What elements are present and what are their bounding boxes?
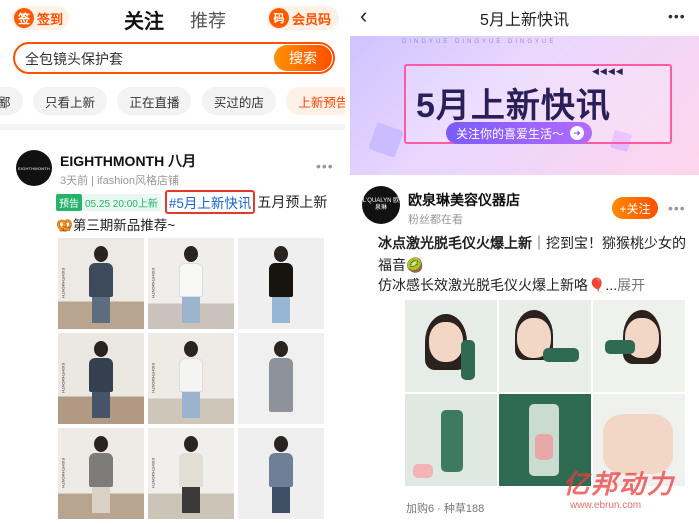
- shop-name[interactable]: EIGHTHMONTH 八月: [60, 151, 196, 171]
- post-photo[interactable]: [238, 238, 324, 329]
- chip-new-only[interactable]: 只看上新: [32, 87, 107, 115]
- topic-header: ‹ 5月上新快讯 •••: [350, 0, 699, 34]
- shop-avatar[interactable]: EIGHTHMONTH: [16, 150, 52, 186]
- topic-title: 5月上新快讯: [480, 12, 569, 29]
- expand-link[interactable]: 展开: [617, 277, 645, 293]
- shop-meta: 粉丝都在看: [408, 214, 463, 226]
- photo-brand-text: EIGHTHMONTH: [61, 268, 66, 298]
- watermark-logo: 亿邦动力: [563, 469, 676, 499]
- chip-bought-shops[interactable]: 买过的店: [201, 87, 276, 115]
- post-photo[interactable]: EIGHTHMONTH: [148, 333, 234, 424]
- member-code-button[interactable]: 码 会员码: [266, 6, 339, 30]
- signin-icon: 签: [14, 8, 34, 28]
- signin-label: 签到: [37, 11, 64, 27]
- watermark-url: www.ebrun.com: [570, 500, 642, 511]
- topic-banner[interactable]: DINGYUE DINGYUE DINGYUE ◀◀◀◀ 5月上新快讯 关注你的…: [350, 36, 699, 175]
- tab-follow[interactable]: 关注: [124, 5, 164, 34]
- chip-cut-off[interactable]: 鄙: [0, 87, 23, 115]
- search-button[interactable]: 搜索: [274, 45, 332, 71]
- banner-follow-pill[interactable]: 关注你的喜爱生活～ ➜: [446, 122, 593, 144]
- post-text-line1: 预告 05.25 20:00上新 #5月上新快讯 五月预上新: [56, 190, 328, 214]
- post-photo[interactable]: [238, 333, 324, 424]
- banner-pattern-text: DINGYUE DINGYUE DINGYUE: [402, 39, 557, 45]
- banner-pill-label: 关注你的喜爱生活～: [456, 126, 565, 141]
- preview-time: 05.25 20:00上新: [82, 193, 161, 211]
- product-photo[interactable]: [593, 300, 685, 392]
- decor-arrows: ◀◀◀◀: [592, 66, 624, 76]
- photo-brand-text: EIGHTHMONTH: [61, 458, 66, 488]
- post-photo-grid: EIGHTHMONTH EIGHTHMONTH EIGHTHMONTH EIGH…: [58, 238, 324, 524]
- more-options-icon[interactable]: •••: [668, 8, 686, 24]
- banner-headline: 5月上新快讯: [416, 87, 611, 125]
- photo-brand-text: EIGHTHMONTH: [61, 363, 66, 393]
- product-photo[interactable]: [499, 300, 591, 392]
- topic-link[interactable]: #5月上新快讯: [164, 190, 256, 214]
- member-code-icon: 码: [268, 8, 289, 28]
- search-input[interactable]: [25, 48, 265, 70]
- filter-chips: 鄙 只看上新 正在直播 买过的店 上新预告 ▼: [0, 87, 345, 115]
- tab-recommend[interactable]: 推荐: [190, 7, 226, 33]
- photo-brand-text: EIGHTHMONTH: [151, 363, 156, 393]
- chip-new-preview-label: 上新预告: [298, 95, 345, 110]
- right-screen: ‹ 5月上新快讯 ••• DINGYUE DINGYUE DINGYUE ◀◀◀…: [350, 0, 699, 524]
- product-photo[interactable]: [405, 300, 497, 392]
- top-nav: 签 签到 关注 推荐 码 会员码: [0, 0, 345, 38]
- avatar-brand-text: EIGHTHMONTH: [18, 165, 50, 171]
- follow-button[interactable]: +关注: [612, 197, 658, 219]
- photo-brand-text: EIGHTHMONTH: [151, 458, 156, 488]
- photo-brand-text: EIGHTHMONTH: [151, 268, 156, 298]
- post-meta: 3天前 | ifashion风格店铺: [60, 175, 180, 187]
- more-options-icon[interactable]: •••: [316, 158, 334, 174]
- post-photo[interactable]: EIGHTHMONTH: [148, 428, 234, 519]
- post-headline: 冰点激光脱毛仪火爆上新: [378, 235, 532, 251]
- chip-new-preview[interactable]: 上新预告 ▼: [286, 87, 345, 115]
- avatar-brand-text: L'QUALYN 欧泉琳: [362, 198, 400, 211]
- decor-cube: [368, 122, 404, 158]
- more-options-icon[interactable]: •••: [668, 200, 686, 216]
- shop-avatar[interactable]: L'QUALYN 欧泉琳: [362, 186, 400, 224]
- search-bar: 搜索: [13, 42, 335, 74]
- engagement-stats: 加购6 · 种草188: [406, 503, 485, 515]
- post-photo[interactable]: EIGHTHMONTH: [58, 238, 144, 329]
- post-text-line2: 🥨第三期新品推荐~: [56, 218, 176, 233]
- section-divider: [0, 124, 345, 130]
- member-code-label: 会员码: [291, 11, 331, 27]
- post-summary: 仿冰感长效激光脱毛仪火爆上新咯🎈...: [378, 277, 618, 293]
- left-screen: 签 签到 关注 推荐 码 会员码 搜索 鄙 只看上新 正在直播 买过的店 上新预…: [0, 0, 345, 524]
- post-text-line1: 冰点激光脱毛仪火爆上新｜挖到宝！猕猴桃少女的福音🥝: [378, 232, 696, 276]
- post-photo[interactable]: EIGHTHMONTH: [58, 428, 144, 519]
- post-photo[interactable]: EIGHTHMONTH: [58, 333, 144, 424]
- arrow-right-icon: ➜: [570, 126, 585, 140]
- post-text-line2: 仿冰感长效激光脱毛仪火爆上新咯🎈...展开: [378, 275, 645, 295]
- post-photo[interactable]: EIGHTHMONTH: [148, 238, 234, 329]
- post-photo[interactable]: [238, 428, 324, 519]
- shop-name[interactable]: 欧泉琳美容仪器店: [408, 190, 520, 210]
- product-photo[interactable]: [405, 394, 497, 486]
- post-text-tail: 五月预上新: [257, 194, 328, 210]
- product-photo-grid: [405, 300, 691, 486]
- chip-live-now[interactable]: 正在直播: [117, 87, 192, 115]
- signin-button[interactable]: 签 签到: [12, 6, 70, 30]
- preview-badge: 预告: [56, 193, 82, 211]
